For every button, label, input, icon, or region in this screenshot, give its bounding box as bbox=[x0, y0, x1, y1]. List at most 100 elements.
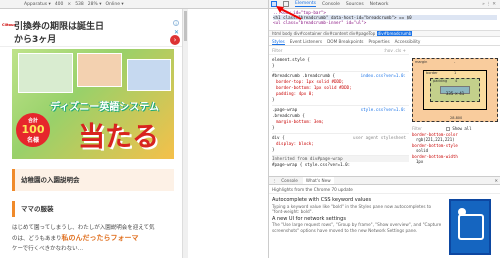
tab-network[interactable]: Network bbox=[370, 2, 389, 7]
throttle-select[interactable]: Online ▾ bbox=[105, 2, 123, 7]
scrollbar-thumb[interactable] bbox=[184, 11, 187, 41]
rule-prop: } bbox=[272, 63, 275, 68]
rule-selector-text: #breadcrumb .breadcrumb { bbox=[272, 73, 336, 78]
whats-new-thumbnail[interactable] bbox=[449, 199, 491, 255]
border-label: border bbox=[426, 71, 438, 75]
paragraph-mid: のは、どうもあまり bbox=[12, 236, 62, 242]
zoom-select[interactable]: 28% ▾ bbox=[88, 2, 102, 7]
news-body: The "Use large request rows", "Group by … bbox=[272, 222, 442, 233]
border-value: 1 bbox=[454, 71, 457, 75]
ad-info-icon[interactable]: i bbox=[173, 20, 179, 26]
badge-number: 100 bbox=[21, 123, 45, 136]
computed-filter[interactable]: Filter bbox=[412, 126, 422, 131]
tab-console[interactable]: Console bbox=[322, 2, 340, 7]
thumbnail-graphic bbox=[458, 214, 484, 240]
whats-new-heading: Highlights from the Chrome 70 update bbox=[269, 186, 500, 194]
paragraph-start: はじめて園ってしまうし、わたしが入園説明会を迎えて気 bbox=[12, 225, 155, 231]
hero-photo-right bbox=[127, 59, 171, 91]
tab-accessibility[interactable]: Accessibility bbox=[395, 38, 421, 45]
filter-placeholder: Filter bbox=[272, 48, 283, 53]
sub-title: ママの服装 bbox=[12, 201, 174, 217]
rule-close: } bbox=[272, 97, 275, 102]
elements-tree: ...<div id="top-bar"> <h1 class="breadcr… bbox=[269, 9, 500, 29]
margin-top-value: - bbox=[454, 60, 456, 64]
paragraph-end: ケーで行くべきかなわない… bbox=[12, 246, 84, 252]
tab-properties[interactable]: Properties bbox=[368, 38, 389, 45]
drawer-menu-icon[interactable]: ⋮ bbox=[272, 177, 276, 184]
style-rule[interactable]: element.style { } bbox=[272, 56, 409, 72]
section-title: 幼稚園の入園説明会 bbox=[12, 169, 174, 191]
tab-sources[interactable]: Sources bbox=[346, 2, 364, 7]
screenshot-root: Apparatus ▾ 400 × 538 28% ▾ Online ▾ Cil… bbox=[0, 0, 500, 258]
prize-badge: 合計 100 名様 bbox=[16, 113, 50, 147]
ad-subtitle[interactable]: から3ヶ月 bbox=[14, 32, 56, 45]
dimension-separator: × bbox=[67, 1, 72, 7]
margin-bottom-value: 28.800 bbox=[450, 116, 463, 120]
tab-dom-breakpoints[interactable]: DOM Breakpoints bbox=[327, 38, 363, 45]
tab-styles[interactable]: Styles bbox=[272, 38, 285, 45]
news-body: Typing a keyword value like "bold" in th… bbox=[272, 203, 432, 215]
box-padding[interactable]: padding 4 335 × 41 bbox=[430, 78, 480, 102]
rule-selector-text: .page-wrap bbox=[272, 107, 298, 112]
device-select[interactable]: Apparatus ▾ bbox=[24, 2, 51, 7]
box-content[interactable]: 335 × 41 bbox=[440, 86, 470, 96]
hero-headline: ディズニー英語システム bbox=[50, 102, 159, 113]
crumb[interactable]: div#pageTop bbox=[349, 31, 375, 36]
emulated-viewport: Ciltoun 引換券の期限は誕生日 から3ヶ月 i ✕ › ディズニー英語シス… bbox=[0, 9, 183, 258]
red-arrow-annotation bbox=[276, 6, 302, 20]
tab-event-listeners[interactable]: Event Listeners bbox=[290, 38, 322, 45]
box-model-diagram: margin - 28.800 border 1 padding 4 335 ×… bbox=[412, 58, 498, 122]
hero-photo-center bbox=[77, 53, 122, 87]
hero-big-text: 当たる bbox=[78, 122, 159, 153]
ad-next-icon[interactable]: › bbox=[170, 35, 180, 45]
crumb-current[interactable]: div#breadcrumb bbox=[376, 31, 413, 36]
rule-selector-text: div { bbox=[272, 135, 285, 140]
computed-pane: Filter Show all border-bottom-color rgb(… bbox=[412, 126, 498, 176]
styles-subtabs: Styles Event Listeners DOM Breakpoints P… bbox=[269, 38, 500, 46]
inherited-rule[interactable]: #page-wrap { style.css?ver=1.0: bbox=[272, 162, 409, 168]
ad-banner[interactable]: Ciltoun 引換券の期限は誕生日 から3ヶ月 i ✕ › bbox=[0, 17, 182, 47]
height-input[interactable]: 538 bbox=[75, 2, 84, 7]
style-rule[interactable]: div {user agent stylesheet display: bloc… bbox=[272, 134, 409, 156]
badge-bottom: 名様 bbox=[26, 137, 39, 144]
drawer-tab-whats-new[interactable]: What's New bbox=[302, 177, 334, 184]
rule-close: } bbox=[272, 125, 275, 130]
drawer-close-icon[interactable]: ✕ bbox=[494, 177, 498, 184]
device-toolbar: Apparatus ▾ 400 × 538 28% ▾ Online ▾ bbox=[0, 0, 270, 9]
crumb[interactable]: div#container bbox=[294, 31, 322, 36]
styles-filter-input[interactable]: Filter :hov .cls + bbox=[269, 47, 409, 55]
box-border[interactable]: border 1 padding 4 335 × 41 bbox=[423, 70, 487, 110]
show-all-label: Show all bbox=[452, 126, 472, 131]
devtools-menu-icons[interactable]: » ⋮ ✕ bbox=[482, 2, 496, 7]
style-rule[interactable]: #breadcrumb .breadcrumb { index.css?ver=1… bbox=[272, 72, 409, 106]
margin-label: margin bbox=[415, 60, 428, 64]
computed-value: 1px bbox=[416, 159, 424, 164]
padding-label: padding bbox=[433, 79, 448, 83]
paragraph-emphasis: 私のんだったらフォーマ bbox=[61, 234, 139, 242]
box-margin[interactable]: margin - 28.800 border 1 padding 4 335 ×… bbox=[412, 58, 498, 122]
hero-photo-left bbox=[18, 53, 73, 93]
drawer-tab-console[interactable]: Console bbox=[281, 177, 298, 184]
padding-value: 4 bbox=[455, 79, 458, 83]
arrow-shaft bbox=[278, 7, 302, 20]
rule-close: } bbox=[272, 147, 275, 152]
whats-new-list: Autocomplete with CSS keyword values Typ… bbox=[269, 196, 444, 258]
width-input[interactable]: 400 bbox=[55, 2, 64, 7]
filter-hints[interactable]: :hov .cls + bbox=[384, 47, 409, 55]
article-paragraph: はじめて園ってしまうし、わたしが入園説明会を迎えて気 のは、どうもあまり私のんだ… bbox=[12, 223, 174, 254]
style-rule[interactable]: .page-wrap style.css?ver=1.0: .breadcrumb… bbox=[272, 106, 409, 134]
crumb[interactable]: body bbox=[282, 31, 292, 36]
hero-banner[interactable]: ディズニー英語システム 合計 100 名様 当たる bbox=[12, 49, 174, 159]
devtools-tabbar: Elements Console Sources Network » ⋮ ✕ bbox=[269, 0, 500, 9]
rule-source-link[interactable]: style.css?ver=1.0: bbox=[361, 107, 409, 113]
crumb[interactable]: html bbox=[272, 31, 281, 36]
dom-line[interactable]: <ul class="breadcrumb-inner" id="ul"> bbox=[273, 20, 497, 25]
page-scrollbar[interactable] bbox=[183, 9, 188, 258]
devtools-panel: Elements Console Sources Network » ⋮ ✕ .… bbox=[268, 0, 500, 258]
ad-title[interactable]: 引換券の期限は誕生日 bbox=[14, 19, 104, 32]
drawer-tabbar: ⋮ Console What's New ✕ bbox=[269, 176, 500, 185]
rule-source-link[interactable]: index.css?ver=1.0: bbox=[361, 73, 409, 79]
crumb[interactable]: div#content bbox=[323, 31, 348, 36]
thumbnail-dot bbox=[458, 208, 466, 216]
show-all-checkbox[interactable] bbox=[445, 127, 450, 131]
